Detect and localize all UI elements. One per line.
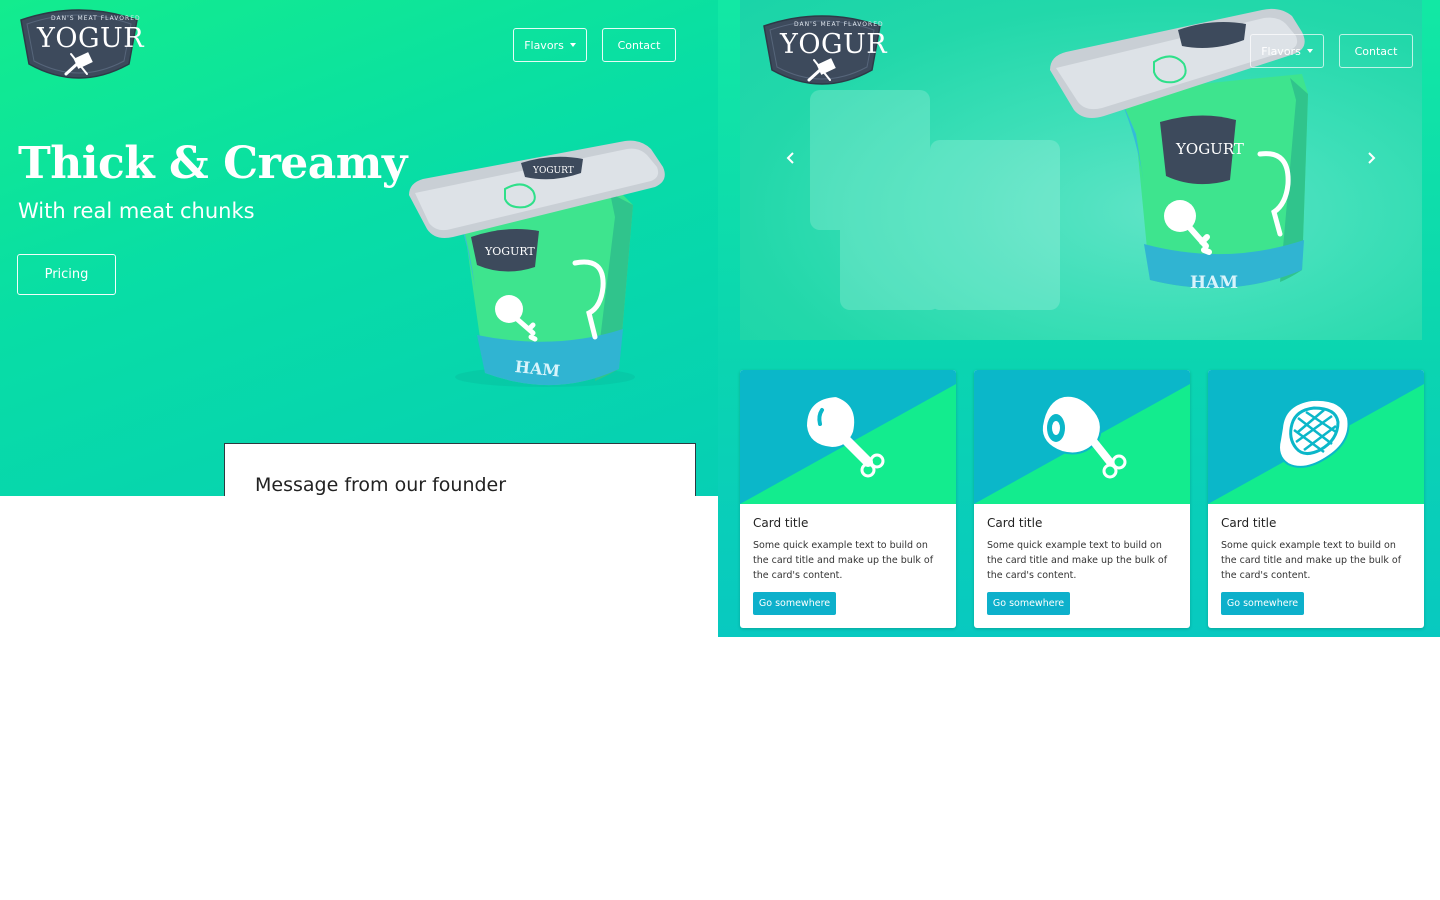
svg-text:HAM: HAM — [1190, 273, 1238, 293]
card-text: Some quick example text to build on the … — [753, 540, 934, 581]
card-title: Card title — [1221, 516, 1277, 530]
flavors-dropdown-button[interactable]: Flavors — [1250, 34, 1324, 68]
contact-button[interactable]: Contact — [602, 28, 676, 62]
svg-text:YOGURT: YOGURT — [532, 166, 574, 176]
pricing-label: Pricing — [44, 267, 89, 282]
contact-button[interactable]: Contact — [1339, 34, 1413, 68]
contact-label: Contact — [1354, 44, 1398, 58]
carousel-prev-button[interactable] — [784, 150, 798, 166]
flavors-label: Flavors — [1261, 44, 1301, 58]
cleaver-icon — [64, 52, 93, 76]
logo-tagline: Dan's meat flavored — [51, 15, 141, 22]
flavor-card: Card title Some quick example text to bu… — [740, 370, 956, 628]
flavors-label: Flavors — [524, 38, 564, 52]
flavor-card: Card title Some quick example text to bu… — [974, 370, 1190, 628]
card-text: Some quick example text to build on the … — [1221, 540, 1402, 581]
flavors-page-panel: HAM YOGURT Dan's meat flavored YOGUR — [718, 0, 1440, 637]
caret-down-icon — [1306, 49, 1313, 53]
caret-down-icon — [569, 43, 576, 47]
card-image — [740, 370, 956, 504]
brand-logo[interactable]: Dan's meat flavored YOGUR — [760, 12, 888, 92]
hero-title: Thick & Creamy — [18, 138, 407, 189]
cleaver-icon — [807, 58, 836, 82]
logo-tagline: Dan's meat flavored — [794, 21, 884, 28]
card-title: Card title — [987, 516, 1043, 530]
go-somewhere-button[interactable]: Go somewhere — [987, 592, 1070, 615]
landing-hero-panel: Dan's meat flavored YOGUR Flavors Contac… — [0, 0, 718, 496]
logo-wordmark: YOGUR — [37, 23, 145, 54]
brand-logo[interactable]: Dan's meat flavored YOGUR — [17, 6, 145, 86]
card-image — [974, 370, 1190, 504]
chevron-left-icon — [786, 152, 794, 164]
svg-text:YOGURT: YOGURT — [484, 245, 535, 258]
flavor-card: Card title Some quick example text to bu… — [1208, 370, 1424, 628]
go-somewhere-button[interactable]: Go somewhere — [753, 592, 836, 615]
hero-subtitle: With real meat chunks — [18, 199, 255, 223]
founder-heading: Message from our founder — [255, 474, 507, 496]
card-title: Card title — [753, 516, 809, 530]
contact-label: Contact — [617, 38, 661, 52]
go-somewhere-button[interactable]: Go somewhere — [1221, 592, 1304, 615]
logo-wordmark: YOGUR — [780, 29, 888, 60]
founder-message-card: Message from our founder — [224, 443, 696, 496]
yogurt-cup-image: HAM YOGURT YOGURT — [405, 137, 667, 387]
flavors-dropdown-button[interactable]: Flavors — [513, 28, 587, 62]
chevron-right-icon — [1368, 152, 1376, 164]
pricing-button[interactable]: Pricing — [17, 254, 116, 295]
card-image — [1208, 370, 1424, 504]
carousel-next-button[interactable] — [1364, 150, 1378, 166]
svg-text:YOGURT: YOGURT — [1175, 140, 1244, 158]
card-text: Some quick example text to build on the … — [987, 540, 1168, 581]
